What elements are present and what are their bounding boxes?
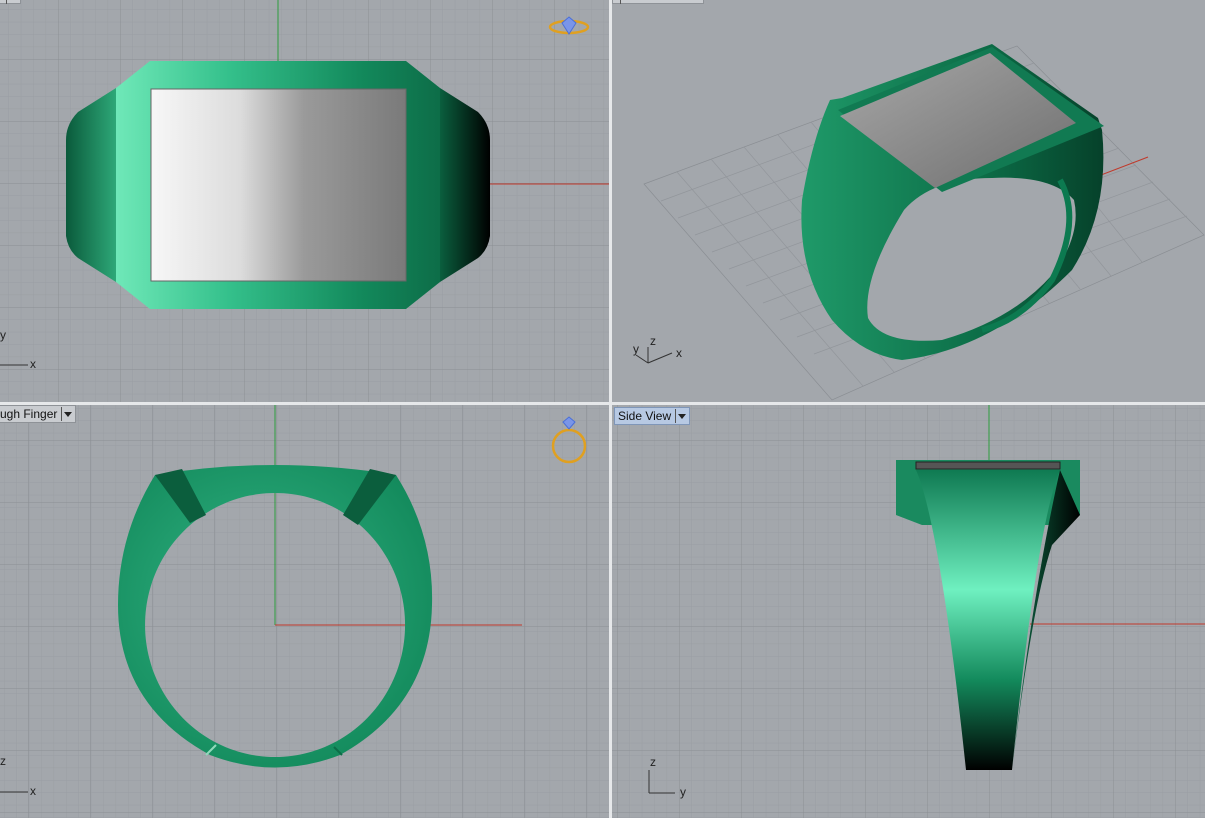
viewport-splitter-vertical[interactable]: [609, 0, 612, 818]
viewport-menu-icon[interactable]: [620, 0, 631, 4]
viewport-top[interactable]: y x: [0, 0, 609, 402]
viewport-splitter-horizontal[interactable]: [0, 402, 1205, 405]
viewport-title-text: ugh Finger: [0, 407, 58, 421]
viewport-side-scene: [612, 405, 1205, 818]
axis-label-y: y: [633, 342, 639, 356]
axis-label-z: z: [650, 334, 656, 348]
viewport-through-finger[interactable]: ugh Finger z x: [0, 405, 609, 818]
axis-label-x: x: [30, 784, 36, 798]
viewport-front-scene: [0, 405, 609, 818]
axis-label-z: z: [650, 755, 656, 769]
viewport-perspective[interactable]: y z x: [612, 0, 1205, 402]
viewport-menu-icon[interactable]: [61, 407, 73, 421]
axis-label-z: z: [0, 754, 6, 768]
viewport-side[interactable]: Side View z y: [612, 405, 1205, 818]
viewport-title-front[interactable]: ugh Finger: [0, 405, 77, 423]
viewport-title-top[interactable]: [0, 0, 21, 4]
axis-label-x: x: [676, 346, 682, 360]
side-top-plate: [915, 461, 1061, 470]
axis-triad-perspective: [635, 347, 673, 364]
axis-label-x: x: [30, 357, 36, 371]
viewport-top-scene: [0, 0, 609, 402]
axis-label-y: y: [680, 785, 686, 799]
viewport-title-text: Side View: [618, 409, 672, 423]
ring-gem-icon[interactable]: [548, 14, 590, 40]
viewport-title-side[interactable]: Side View: [614, 407, 691, 425]
signet-plate: [150, 88, 407, 282]
viewport-perspective-scene: [643, 44, 1205, 401]
viewport-title-perspective[interactable]: [612, 0, 704, 4]
axis-label-y: y: [0, 328, 6, 342]
ring-upright-icon[interactable]: [549, 415, 589, 467]
viewport-menu-icon[interactable]: [6, 0, 17, 4]
viewport-menu-icon[interactable]: [675, 409, 687, 423]
